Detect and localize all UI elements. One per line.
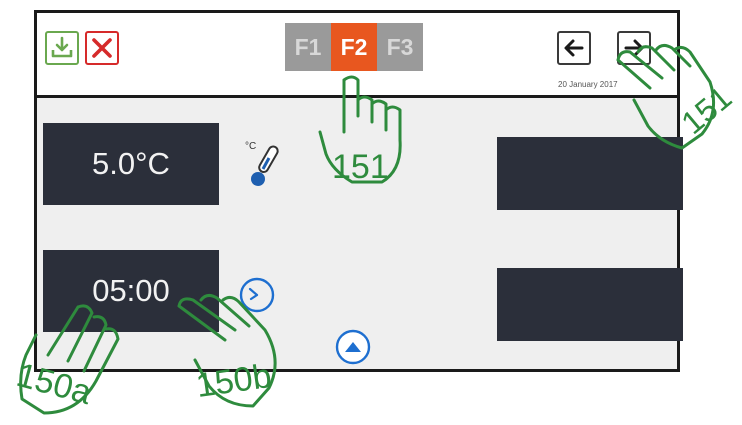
download-icon [51,36,73,58]
thermometer-icon [251,145,279,186]
tab-f3[interactable]: F3 [377,23,423,71]
thermometer-indicator: °C [245,141,285,191]
tab-callout: 151 [332,148,389,186]
date-label: 20 January 2017 [558,80,618,89]
cancel-button[interactable] [85,31,119,65]
right-panel-bottom[interactable] [497,268,683,341]
expand-up-button[interactable] [334,328,372,366]
download-button[interactable] [45,31,79,65]
temperature-display[interactable]: 5.0°C [43,123,219,205]
previous-button[interactable] [557,31,591,65]
close-icon [92,38,112,58]
tab-f1[interactable]: F1 [285,23,331,71]
program-tabs: F1 F2 F3 [285,23,423,71]
chevron-up-icon [335,329,371,365]
tab-f2[interactable]: F2 [331,23,377,71]
arrow-left-icon [564,39,584,57]
